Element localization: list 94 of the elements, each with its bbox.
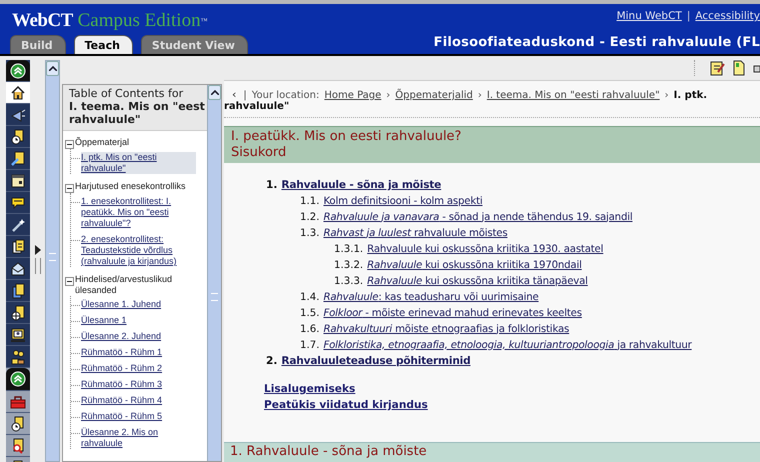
toc-link[interactable]: Rühmatöö - Rühm 5 (81, 411, 196, 422)
folder-label[interactable]: Hindelised/arvestuslikud ülesanded (75, 274, 203, 296)
contents-link[interactable]: Folkloristika, etnograafia, etnoloogia, kultuuriantropoloogia ja rahvakultuur (323, 340, 692, 350)
wand-icon[interactable] (10, 216, 26, 232)
document-edit-icon[interactable] (709, 60, 725, 76)
toc-link[interactable]: Ülesanne 2. Juhend (81, 331, 196, 342)
breadcrumb-link[interactable]: I. teema. Mis on "eesti rahvaluule" (486, 90, 660, 101)
item-number: 1.3.2. (334, 260, 364, 270)
chapter-link[interactable]: Lisalugemiseks (264, 383, 356, 395)
scroll-up-icon[interactable] (208, 85, 221, 100)
collapse-toggle-icon[interactable] (65, 140, 74, 149)
toc-link[interactable]: 1. enesekontrollitest: I. peatükk. Mis on "eesti rahvaluule"? (81, 196, 196, 229)
contents-link[interactable]: Kolm definitsiooni - kolm aspekti (323, 196, 482, 206)
document-clock-icon[interactable] (10, 416, 26, 432)
people-icon[interactable] (10, 348, 26, 364)
breadcrumb-current: I. ptk. (674, 90, 708, 101)
tab[interactable]: Student View (140, 35, 248, 54)
contents-link[interactable]: Rahvaluule - sõna ja mõiste (281, 179, 442, 191)
item-number: 1.4. (300, 292, 320, 302)
item-number: 1.3. (300, 228, 320, 238)
collapse-toggle-icon[interactable] (65, 184, 74, 193)
expand-arrow-icon[interactable] (34, 244, 40, 254)
chapter-link[interactable]: Peatükis viidatud kirjandus (264, 399, 428, 411)
breadcrumb-arrow: › (664, 90, 669, 101)
item-number: 1.1. (300, 196, 320, 206)
back-button[interactable]: ‹ (232, 88, 238, 101)
item-number: 1.7. (300, 340, 320, 350)
megaphone-icon[interactable] (10, 106, 26, 122)
calendar-icon[interactable] (10, 172, 26, 188)
toc-link[interactable]: 2. enesekontrollitest: Teadustekstide võrdlus (rahvaluule ja kirjandus) (81, 234, 196, 267)
scrollbar[interactable] (207, 85, 221, 461)
breadcrumb-current: rahvaluule" (224, 101, 290, 112)
toc-link[interactable]: Rühmatöö - Rühm 2 (81, 363, 196, 374)
collapse-toggle-icon[interactable] (65, 277, 74, 286)
item-number: 1.2. (300, 212, 320, 222)
item-number: 1. (266, 179, 278, 191)
contents-link[interactable]: Rahvakultuuri mõiste etnograafias ja folkloristikas (323, 324, 570, 334)
logo: WebCT Campus Edition$^{™}$ (12, 10, 208, 32)
collapse-icon[interactable] (10, 371, 26, 387)
document-globe-icon[interactable] (10, 304, 26, 320)
home-icon[interactable] (10, 84, 26, 100)
header-link[interactable]: Accessibility (695, 10, 760, 22)
speech-bubble-icon[interactable] (10, 194, 26, 210)
contents-link[interactable]: Rahvaluuleteaduse põhiterminid (281, 355, 470, 367)
toc-link[interactable]: Rühmatöö - Rühm 1 (81, 347, 196, 358)
toc-link[interactable]: I. ptk. Mis on "eesti rahvaluule" (81, 152, 196, 174)
tab[interactable]: Build (10, 35, 66, 54)
breadcrumb-separator: | (243, 90, 247, 101)
toc-link[interactable]: Rühmatöö - Rühm 4 (81, 395, 196, 406)
toolbox-icon[interactable] (10, 394, 26, 410)
envelope-icon[interactable] (10, 260, 26, 276)
contents-link[interactable]: Rahvaluule kui oskussõna kriitika tänapäeval (367, 276, 588, 286)
item-number: 1.3.1. (334, 244, 364, 254)
section-title: 1. Rahvaluule - sõna ja mõiste (230, 444, 427, 459)
breadcrumb-link[interactable]: Õppematerjalid (395, 90, 473, 101)
contents-link[interactable]: Rahvaluule ja vanavara - sõnad ja nende tähendus 19. sajandil (323, 212, 632, 222)
folder-label[interactable]: Õppematerjal (75, 137, 203, 148)
course-title: Filosoofiateaduskond - Eesti rahvaluule (FL (434, 35, 760, 52)
document-icon[interactable] (731, 60, 747, 76)
folder-label[interactable]: Harjutused enesekontrolliks (75, 181, 203, 192)
person-screen-icon[interactable] (10, 326, 26, 342)
chapter-subtitle: Sisukord (231, 145, 288, 161)
document-clock-icon[interactable] (10, 128, 26, 144)
item-number: 1.5. (300, 308, 320, 318)
contents-link[interactable]: Rahvast ja luulest rahvaluule mõistes (323, 228, 508, 238)
toc-link[interactable]: Ülesanne 1. Juhend (81, 299, 196, 310)
toc-link[interactable]: Ülesanne 1 (81, 315, 196, 326)
toc-heading: Table of Contents for (69, 87, 184, 100)
item-number: 2. (266, 355, 278, 367)
contents-link[interactable]: Rahvaluule kui oskussõna kriitika 1930. aastatel (367, 244, 604, 254)
document-pen-icon[interactable] (10, 150, 26, 166)
tab[interactable]: Teach (74, 35, 133, 54)
location-label: Your location: (252, 90, 320, 101)
breadcrumb-arrow: › (478, 90, 482, 101)
item-number: 1.3.3. (334, 276, 364, 286)
breadcrumb-link[interactable]: Home Page (324, 90, 382, 101)
toc-link[interactable]: Ülesanne 2. Mis on rahvaluule (81, 427, 196, 449)
contents-link[interactable]: Rahvaluule: kas teadusharu või uurimisaine (323, 292, 539, 302)
link-separator: | (686, 10, 690, 22)
toc-title: I. teema. Mis on "eest (69, 100, 203, 113)
splitter-handle[interactable] (34, 258, 40, 274)
contents-link[interactable]: Folkloor - mõiste erinevad mahud erinevates keeltes (323, 308, 582, 318)
collapse-icon[interactable] (10, 62, 26, 78)
toc-title: rahvaluule" (69, 113, 142, 126)
scroll-up-icon[interactable] (46, 61, 59, 76)
contents-link[interactable]: Rahvaluule kui oskussõna kriitika 1970ndail (367, 260, 582, 270)
document-copy-icon[interactable] (10, 282, 26, 298)
item-number: 1.6. (300, 324, 320, 334)
chapter-title: I. peatükk. Mis on eesti rahvaluule? (231, 129, 462, 145)
documents-icon[interactable] (10, 238, 26, 254)
breadcrumb-arrow: › (386, 90, 390, 101)
scrollbar[interactable] (45, 60, 60, 462)
header-link[interactable]: Minu WebCT (616, 10, 682, 22)
toc-link[interactable]: Rühmatöö - Rühm 3 (81, 379, 196, 390)
